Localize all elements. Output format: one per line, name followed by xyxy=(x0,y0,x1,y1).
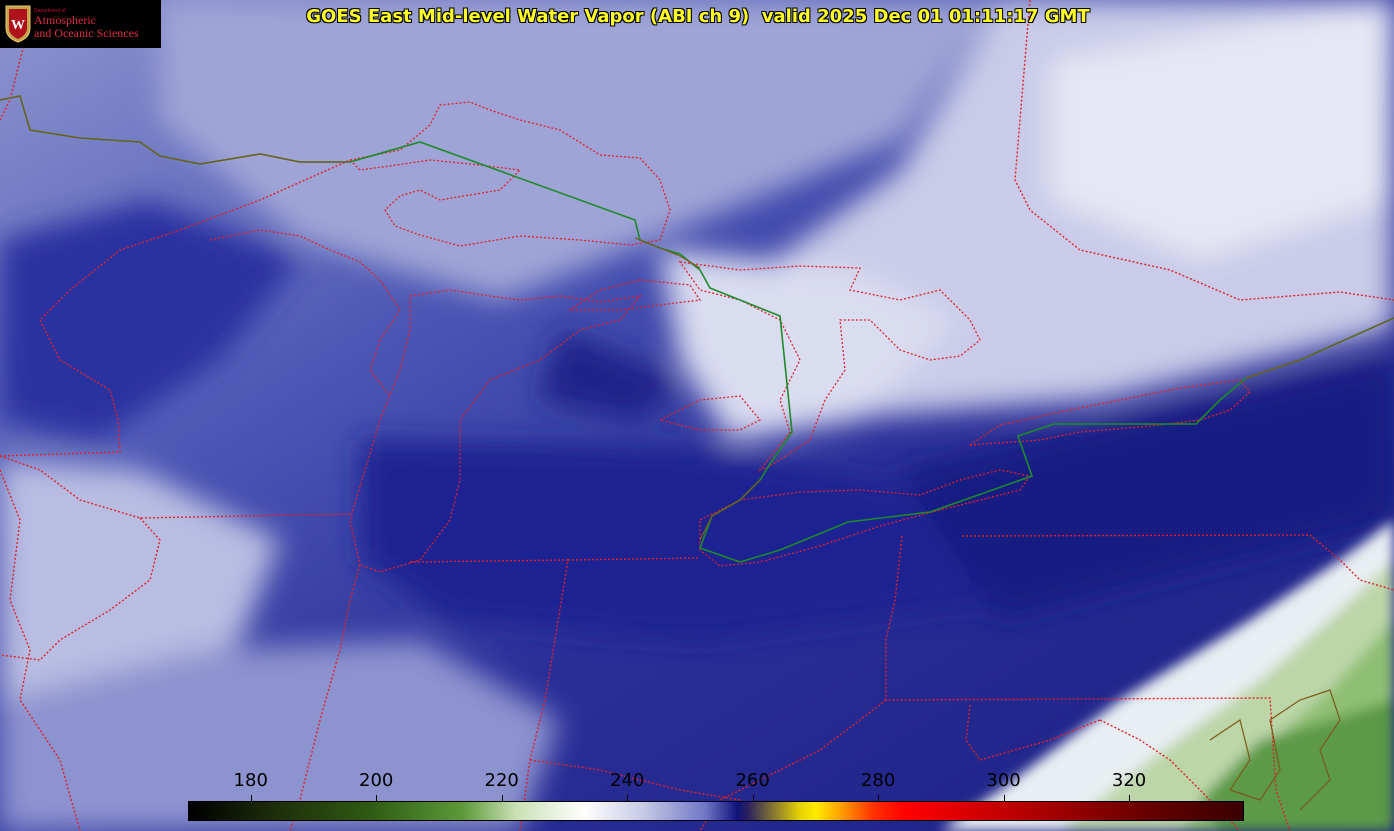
colorbar-tick-label: 180 xyxy=(233,770,268,791)
colorbar-tick-label: 240 xyxy=(609,770,645,791)
logo-line-2: and Oceanic Sciences xyxy=(34,26,139,40)
colorbar-tick-mark xyxy=(250,795,252,802)
colorbar-tick-label: 260 xyxy=(735,770,770,791)
colorbar-tick-mark xyxy=(501,795,503,802)
colorbar-tick-label: 220 xyxy=(484,770,519,791)
water-vapor-map xyxy=(0,0,1394,831)
colorbar-tick-mark xyxy=(627,795,629,802)
colorbar-tick-mark xyxy=(752,795,754,802)
svg-text:W: W xyxy=(11,18,25,33)
colorbar-tick-mark xyxy=(1003,795,1005,802)
colorbar-tick-mark xyxy=(376,795,378,802)
uw-aos-logo: W Department of Atmospheric and Oceanic … xyxy=(0,0,161,48)
colorbar-tick-mark xyxy=(878,795,880,802)
colorbar-tick-label: 280 xyxy=(860,770,896,791)
colorbar xyxy=(188,801,1244,821)
colorbar-tick-label: 320 xyxy=(1111,770,1147,791)
map-title: GOES East Mid-level Water Vapor (ABI ch … xyxy=(306,6,1090,27)
colorbar-tick-label: 200 xyxy=(359,770,394,791)
colorbar-tick-mark xyxy=(1129,795,1131,802)
uw-crest-icon: W xyxy=(5,5,31,43)
colorbar-tick-label: 300 xyxy=(986,770,1021,791)
